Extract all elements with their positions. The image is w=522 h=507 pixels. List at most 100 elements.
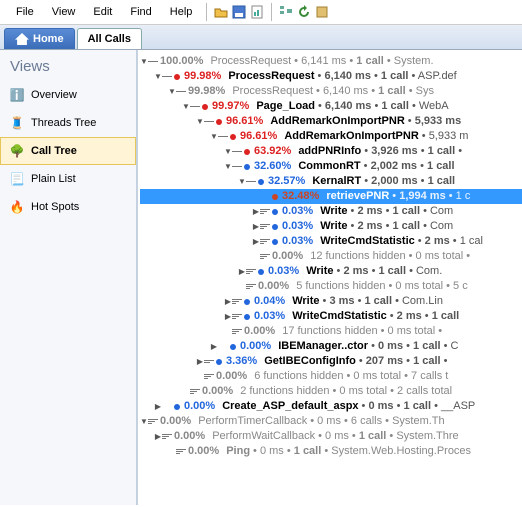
percent-value: 100.00% (160, 54, 203, 69)
tree-row[interactable]: ▼99.98%ProcessRequest • 6,140 ms • 1 cal… (140, 84, 522, 99)
tree-row[interactable]: ▶0.03%WriteCmdStatistic • 2 ms • 1 call (140, 309, 522, 324)
tree-row[interactable]: ▶0.03%WriteCmdStatistic • 2 ms • 1 cal (140, 234, 522, 249)
tab-all-calls[interactable]: All Calls (77, 28, 142, 49)
collapse-icon[interactable]: ▼ (196, 114, 204, 129)
tree-row[interactable]: ▼32.60%CommonRT • 2,002 ms • 1 call (140, 159, 522, 174)
expand-icon[interactable]: ▶ (210, 339, 218, 354)
menu-edit[interactable]: Edit (85, 3, 120, 21)
sidebar-item-hot-spots[interactable]: 🔥Hot Spots (0, 193, 136, 221)
function-name: Create_ASP_default_aspx (222, 399, 358, 414)
status-dot (272, 239, 278, 245)
tree-row[interactable]: ▼99.98%ProcessRequest • 6,140 ms • 1 cal… (140, 69, 522, 84)
sidebar-item-call-tree[interactable]: 🌳Call Tree (0, 137, 136, 165)
menu-file[interactable]: File (8, 3, 42, 21)
expand-icon[interactable]: ▶ (154, 399, 162, 414)
expand-icon[interactable]: ▶ (224, 309, 232, 324)
tree-row[interactable]: 32.48%retrievePNR • 1,994 ms • 1 c (140, 189, 522, 204)
collapse-icon[interactable]: ▼ (154, 69, 162, 84)
bars-icon (232, 151, 242, 152)
function-name: AddRemarkOnImportPNR (284, 129, 418, 144)
function-name: ProcessRequest (210, 54, 291, 69)
collapse-icon[interactable]: ▼ (224, 144, 232, 159)
menu-help[interactable]: Help (162, 3, 201, 21)
tab-bar: Home All Calls (0, 25, 522, 50)
percent-value: 0.00% (272, 249, 303, 264)
status-dot (174, 74, 180, 80)
call-meta: • 0 ms total • (409, 249, 471, 264)
call-meta: • 2,000 ms • 1 call (364, 174, 455, 189)
status-dot (202, 104, 208, 110)
call-meta: • 2 ms • 1 call • Com (351, 219, 454, 234)
tree-row[interactable]: ▼100.00%ProcessRequest • 6,141 ms • 1 ca… (140, 54, 522, 69)
collapse-icon[interactable]: ▼ (224, 159, 232, 174)
tree-row[interactable]: ▼63.92%addPNRInfo • 3,926 ms • 1 call • (140, 144, 522, 159)
tree-row[interactable]: 0.00%Ping • 0 ms • 1 call • System.Web.H… (140, 444, 522, 459)
tree-row[interactable]: ▼96.61%AddRemarkOnImportPNR • 5,933 m (140, 129, 522, 144)
percent-value: 96.61% (240, 129, 277, 144)
save-icon[interactable] (231, 4, 247, 20)
tree-row[interactable]: ▶0.03%Write • 2 ms • 1 call • Com. (140, 264, 522, 279)
collapse-icon[interactable]: ▼ (182, 99, 190, 114)
percent-value: 99.97% (212, 99, 249, 114)
bars-icon (162, 76, 172, 77)
call-meta: • 0 ms • 6 calls • System.Th (310, 414, 444, 429)
collapse-icon[interactable]: ▼ (140, 54, 148, 69)
tree-row[interactable]: 0.00%12 functions hidden • 0 ms total • (140, 249, 522, 264)
tree-row[interactable]: ▶0.00%IBEManager..ctor • 0 ms • 1 call •… (140, 339, 522, 354)
tree-row[interactable]: ▶0.00%Create_ASP_default_aspx • 0 ms • 1… (140, 399, 522, 414)
views-title: Views (0, 56, 136, 81)
collapse-icon[interactable]: ▼ (210, 129, 218, 144)
function-name: 2 functions hidden (240, 384, 329, 399)
menubar: File View Edit Find Help (0, 0, 522, 25)
collapse-icon[interactable]: ▼ (168, 84, 176, 99)
tree-row[interactable]: 0.00%17 functions hidden • 0 ms total • (140, 324, 522, 339)
bars-icon (162, 434, 172, 439)
expand-icon[interactable]: ▶ (252, 219, 260, 234)
function-name: WriteCmdStatistic (320, 234, 415, 249)
threads-icon: 🧵 (9, 115, 25, 131)
tree-row[interactable]: ▶0.03%Write • 2 ms • 1 call • Com (140, 204, 522, 219)
sidebar-item-overview[interactable]: ℹ️Overview (0, 81, 136, 109)
open-icon[interactable] (213, 4, 229, 20)
sidebar-item-threads-tree[interactable]: 🧵Threads Tree (0, 109, 136, 137)
bars-icon (176, 91, 186, 92)
sidebar-item-plain-list[interactable]: 📃Plain List (0, 165, 136, 193)
tree-icon[interactable] (278, 4, 294, 20)
call-tree[interactable]: ▼100.00%ProcessRequest • 6,141 ms • 1 ca… (138, 50, 522, 505)
bars-icon (260, 224, 270, 229)
expand-icon[interactable]: ▶ (252, 204, 260, 219)
percent-value: 0.03% (268, 264, 299, 279)
tree-row[interactable]: ▼96.61%AddRemarkOnImportPNR • 5,933 ms (140, 114, 522, 129)
tree-view-icon: 🌳 (9, 143, 25, 159)
tree-row[interactable]: 0.00%5 functions hidden • 0 ms total • 5… (140, 279, 522, 294)
function-name: PerformTimerCallback (198, 414, 307, 429)
bars-icon (190, 106, 200, 107)
refresh-icon[interactable] (296, 4, 312, 20)
report-icon[interactable] (249, 4, 265, 20)
expand-icon[interactable]: ▶ (224, 294, 232, 309)
function-name: 17 functions hidden (282, 324, 377, 339)
call-meta: • 0 ms • 1 call • System.Thre (318, 429, 459, 444)
tree-row[interactable]: ▼32.57%KernalRT • 2,000 ms • 1 call (140, 174, 522, 189)
settings-icon[interactable] (314, 4, 330, 20)
function-name: CommonRT (298, 159, 360, 174)
function-name: retrievePNR (326, 189, 389, 204)
menu-view[interactable]: View (44, 3, 84, 21)
tree-row[interactable]: ▶3.36%GetIBEConfigInfo • 207 ms • 1 call… (140, 354, 522, 369)
expand-icon[interactable]: ▶ (196, 354, 204, 369)
tree-row[interactable]: ▶0.00%PerformWaitCallback • 0 ms • 1 cal… (140, 429, 522, 444)
call-meta: • 6,140 ms • 1 call • ASP.def (318, 69, 457, 84)
expand-icon[interactable]: ▶ (252, 234, 260, 249)
tree-row[interactable]: ▶0.04%Write • 3 ms • 1 call • Com.Lin (140, 294, 522, 309)
collapse-icon[interactable]: ▼ (140, 414, 148, 429)
tree-row[interactable]: ▼99.97%Page_Load • 6,140 ms • 1 call • W… (140, 99, 522, 114)
tree-row[interactable]: ▶0.03%Write • 2 ms • 1 call • Com (140, 219, 522, 234)
expand-icon[interactable]: ▶ (238, 264, 246, 279)
menu-find[interactable]: Find (122, 3, 159, 21)
tab-home[interactable]: Home (4, 28, 75, 49)
collapse-icon[interactable]: ▼ (238, 174, 246, 189)
tree-row[interactable]: 0.00%2 functions hidden • 0 ms total • 2… (140, 384, 522, 399)
expand-icon[interactable]: ▶ (154, 429, 162, 444)
tree-row[interactable]: 0.00%6 functions hidden • 0 ms total • 7… (140, 369, 522, 384)
tree-row[interactable]: ▼0.00%PerformTimerCallback • 0 ms • 6 ca… (140, 414, 522, 429)
